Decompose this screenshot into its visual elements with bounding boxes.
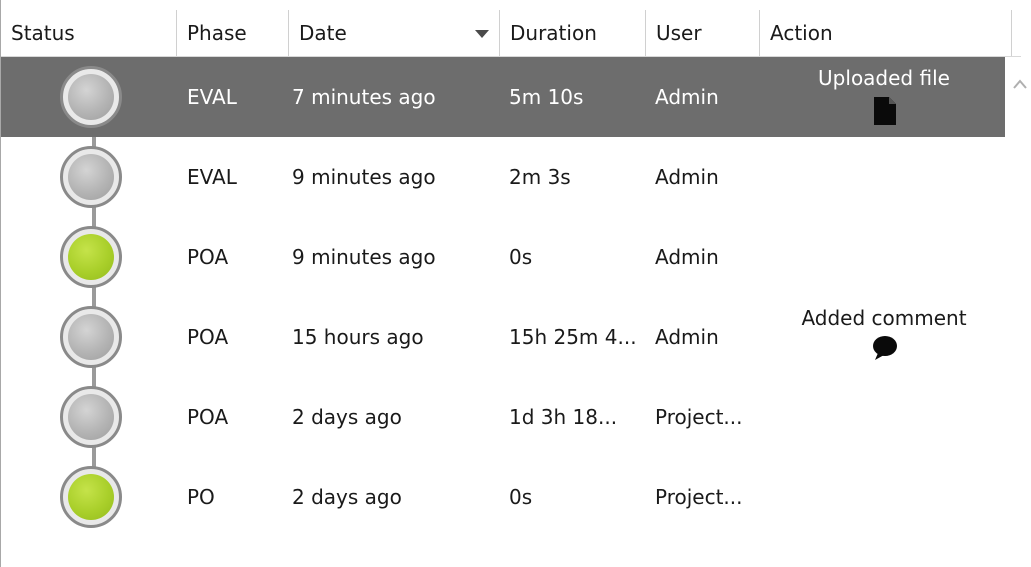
vertical-scrollbar[interactable] bbox=[1009, 57, 1031, 567]
column-header-phase-label: Phase bbox=[187, 21, 247, 45]
table-row[interactable]: EVAL 9 minutes ago 2m 3s Admin bbox=[1, 137, 1005, 217]
phase-cell: EVAL bbox=[187, 165, 237, 189]
sort-descending-icon bbox=[475, 30, 489, 38]
action-cell: Added comment bbox=[763, 297, 1005, 377]
grid-body: EVAL 7 minutes ago 5m 10s Admin Uploaded… bbox=[1, 57, 1005, 537]
date-cell: 7 minutes ago bbox=[292, 85, 436, 109]
column-header-date-label: Date bbox=[299, 21, 347, 45]
user-cell: Project... bbox=[655, 485, 743, 509]
date-cell: 9 minutes ago bbox=[292, 245, 436, 269]
column-header-action-label: Action bbox=[770, 21, 833, 45]
action-label: Added comment bbox=[801, 306, 967, 330]
phase-cell: POA bbox=[187, 325, 229, 349]
user-cell: Admin bbox=[655, 325, 719, 349]
phase-cell: POA bbox=[187, 405, 229, 429]
table-row[interactable]: PO 2 days ago 0s Project... bbox=[1, 457, 1005, 537]
phase-cell: POA bbox=[187, 245, 229, 269]
column-header-phase[interactable]: Phase bbox=[177, 10, 289, 56]
status-indicator-gray bbox=[60, 146, 122, 208]
duration-cell: 0s bbox=[509, 485, 533, 509]
user-cell: Admin bbox=[655, 165, 719, 189]
user-cell: Admin bbox=[655, 85, 719, 109]
duration-cell: 1d 3h 18... bbox=[509, 405, 618, 429]
table-row[interactable]: POA 15 hours ago 15h 25m 4... Admin Adde… bbox=[1, 297, 1005, 377]
scroll-up-icon[interactable] bbox=[1013, 79, 1027, 89]
column-header-user-label: User bbox=[656, 21, 702, 45]
table-row[interactable]: EVAL 7 minutes ago 5m 10s Admin Uploaded… bbox=[1, 57, 1005, 137]
status-indicator-gray bbox=[60, 386, 122, 448]
column-header-user[interactable]: User bbox=[646, 10, 760, 56]
phase-cell: PO bbox=[187, 485, 215, 509]
action-cell: Uploaded file bbox=[763, 57, 1005, 137]
user-cell: Project... bbox=[655, 405, 743, 429]
column-header-duration[interactable]: Duration bbox=[500, 10, 646, 56]
date-cell: 2 days ago bbox=[292, 485, 402, 509]
duration-cell: 2m 3s bbox=[509, 165, 571, 189]
date-cell: 15 hours ago bbox=[292, 325, 424, 349]
duration-cell: 15h 25m 4... bbox=[509, 325, 637, 349]
action-label: Uploaded file bbox=[818, 66, 950, 90]
table-row[interactable]: POA 2 days ago 1d 3h 18... Project... bbox=[1, 377, 1005, 457]
column-header-action[interactable]: Action bbox=[760, 10, 1012, 56]
status-indicator-gray bbox=[60, 306, 122, 368]
comment-icon[interactable] bbox=[872, 335, 898, 361]
phase-cell: EVAL bbox=[187, 85, 237, 109]
date-cell: 2 days ago bbox=[292, 405, 402, 429]
user-cell: Admin bbox=[655, 245, 719, 269]
history-grid: Status Phase Date Duration User Action E… bbox=[0, 0, 1031, 567]
status-indicator-green bbox=[60, 466, 122, 528]
column-header-date[interactable]: Date bbox=[289, 10, 500, 56]
status-indicator-gray bbox=[60, 66, 122, 128]
status-indicator-green bbox=[60, 226, 122, 288]
date-cell: 9 minutes ago bbox=[292, 165, 436, 189]
grid-header: Status Phase Date Duration User Action bbox=[1, 10, 1021, 57]
file-icon[interactable] bbox=[874, 97, 896, 125]
duration-cell: 0s bbox=[509, 245, 533, 269]
duration-cell: 5m 10s bbox=[509, 85, 584, 109]
column-header-status[interactable]: Status bbox=[1, 10, 177, 56]
column-header-duration-label: Duration bbox=[510, 21, 597, 45]
column-header-status-label: Status bbox=[11, 21, 75, 45]
table-row[interactable]: POA 9 minutes ago 0s Admin bbox=[1, 217, 1005, 297]
